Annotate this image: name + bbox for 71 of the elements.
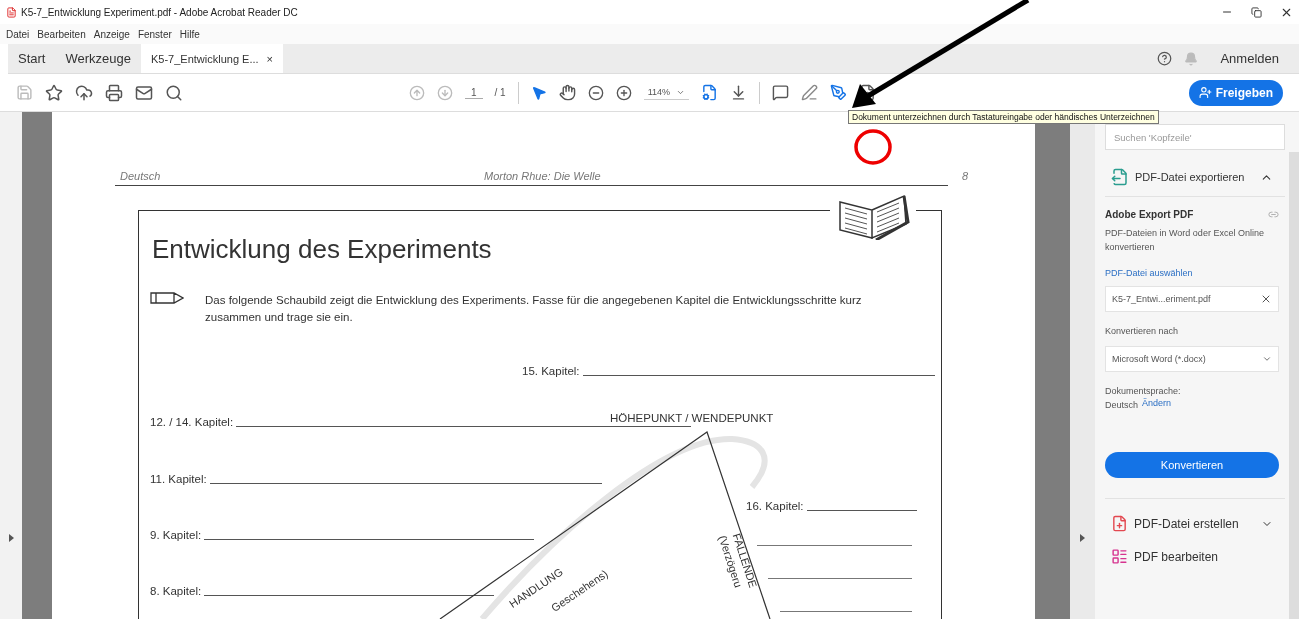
export-pdf-icon (1111, 168, 1129, 186)
link-icon (1268, 209, 1279, 220)
chapter-label: 16. Kapitel: (746, 500, 804, 512)
clear-icon[interactable] (1260, 293, 1272, 305)
instruction-text: Das folgende Schaubild zeigt die Entwicklung des Experiments. Fasse für die angegebenen Kapitel die Entwicklungsschritte kurz zusammen und trage sie ein. (205, 293, 863, 325)
zoom-dropdown[interactable]: 114% (643, 85, 690, 100)
page-layout-icon[interactable] (701, 84, 719, 101)
page-number: 8 (962, 170, 969, 182)
page-number-field[interactable]: 1 (465, 86, 483, 99)
tab[interactable]: Start (8, 44, 56, 73)
chapter-label: 15. Kapitel: (522, 365, 580, 377)
window-title: K5-7_Entwicklung Experiment.pdf - Adobe Acrobat Reader DC (21, 6, 298, 18)
signature-pen-icon[interactable] (830, 84, 848, 101)
print-icon[interactable] (105, 83, 123, 102)
worksheet-title: Entwicklung des Experiments (152, 234, 492, 265)
tool-item[interactable]: PDF bearbeiten (1105, 540, 1285, 573)
description-text: PDF-Dateien in Word oder Excel Online konvertieren (1105, 227, 1265, 254)
star-icon[interactable] (45, 83, 63, 102)
pdf-file-icon (6, 6, 17, 18)
menu-item[interactable]: Fenster (137, 28, 172, 40)
tab[interactable]: K5-7_Entwicklung E... × (141, 44, 284, 73)
help-icon[interactable] (1157, 51, 1173, 66)
create-pdf-icon (1111, 515, 1128, 532)
convert-button[interactable]: Konvertieren (1105, 452, 1279, 478)
close-tab-icon[interactable]: × (266, 52, 274, 65)
climax-label: HÖHEPUNKT / WENDEPUNKT (610, 412, 774, 424)
page-header: Morton Rhue: Die Welle (484, 170, 601, 182)
menu-item[interactable]: Bearbeiten (37, 28, 86, 40)
format-dropdown[interactable]: Microsoft Word (*.docx) (1105, 346, 1279, 372)
document-edit-icon[interactable] (859, 84, 877, 101)
chapter-label: 12. / 14. Kapitel: (150, 416, 234, 428)
menu-item[interactable]: Datei (6, 28, 30, 40)
chapter-label: 11. Kapitel: (150, 473, 207, 485)
share-button[interactable]: Freigeben (1188, 79, 1283, 106)
edit-layout-icon (1111, 548, 1128, 565)
pen-icon[interactable] (801, 84, 819, 101)
field-label: Dokumentsprache: (1105, 385, 1182, 398)
language-text: Deutsch (1105, 399, 1139, 412)
hand-icon[interactable] (558, 84, 576, 101)
caret-icon (1262, 354, 1272, 364)
page-header: Deutsch (120, 170, 161, 182)
tooltip: Dokument unterzeichnen durch Tastatureingabe oder händisches Unterzeichnen (848, 110, 1159, 124)
change-link[interactable]: Ändern (1142, 398, 1172, 412)
highlight-circle (854, 129, 892, 165)
zoom-in-icon[interactable] (615, 84, 632, 101)
file-field[interactable]: K5-7_Entwi...eriment.pdf (1105, 286, 1279, 312)
select-file-link[interactable]: PDF-Datei auswählen (1105, 268, 1279, 278)
service-title: Adobe Export PDF (1105, 209, 1194, 220)
mail-icon[interactable] (135, 83, 153, 102)
tab[interactable]: Werkzeuge (55, 44, 141, 73)
pencil-icon (150, 292, 184, 304)
field-label: Konvertieren nach (1105, 325, 1180, 338)
page-count: / 1 (494, 87, 506, 98)
menu-item[interactable]: Hilfe (179, 28, 200, 40)
expand-right-icon[interactable] (1080, 534, 1085, 542)
menu-item[interactable]: Anzeige (93, 28, 130, 40)
cloud-upload-icon[interactable] (75, 83, 93, 102)
scrollbar[interactable] (1289, 152, 1299, 619)
chapter-label: 9. Kapitel: (150, 529, 202, 541)
zoom-out-icon[interactable] (587, 84, 604, 101)
cursor-icon[interactable] (530, 84, 547, 101)
search-field[interactable]: Suchen 'Kopfzeile' (1105, 124, 1285, 150)
restore-icon[interactable] (1251, 6, 1262, 18)
expand-left-icon[interactable] (8, 534, 14, 542)
section-title[interactable]: PDF-Datei exportieren (1135, 171, 1245, 183)
user-plus-icon (1198, 86, 1212, 99)
sign-in-link[interactable]: Anmelden (1220, 51, 1279, 66)
comment-icon[interactable] (772, 84, 790, 101)
tool-item[interactable]: PDF-Datei erstellen (1105, 507, 1285, 540)
search-icon[interactable] (165, 83, 183, 102)
chapter-label: 8. Kapitel: (150, 585, 202, 597)
